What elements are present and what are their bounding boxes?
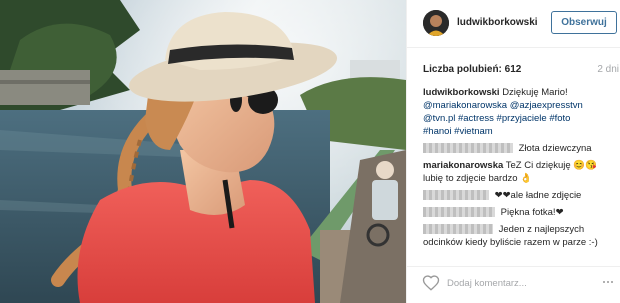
post-timestamp[interactable]: 2 dni bbox=[597, 64, 619, 75]
list-item: Jeden z najlepszych odcinków kiedy byliś… bbox=[423, 223, 619, 249]
redacted-username bbox=[423, 207, 495, 218]
comment-input[interactable] bbox=[447, 273, 597, 293]
caption-tags-line2[interactable]: @tvn.pl #actress #przyjaciele #foto bbox=[423, 113, 570, 124]
post-side-panel: ludwikborkowski Obserwuj Liczba polubień… bbox=[406, 0, 620, 303]
likes-count[interactable]: Liczba polubień: 612 bbox=[423, 64, 521, 75]
redacted-username bbox=[423, 143, 513, 154]
caption-username[interactable]: ludwikborkowski bbox=[423, 87, 500, 98]
heart-icon[interactable] bbox=[422, 274, 440, 292]
avatar[interactable] bbox=[423, 10, 449, 36]
list-item: Złota dziewczyna bbox=[423, 142, 619, 155]
list-item: ❤❤ale ładne zdjęcie bbox=[423, 189, 619, 202]
redacted-username bbox=[423, 224, 493, 235]
list-item: mariakonarowska TeZ Ci dziękuję 😊😘 lubię… bbox=[423, 159, 619, 185]
comments-list: ludwikborkowski Dziękuję Mario! @mariako… bbox=[423, 86, 619, 261]
comment-text: ❤❤ale ładne zdjęcie bbox=[494, 190, 582, 201]
more-options-icon[interactable] bbox=[603, 278, 615, 286]
post-header: ludwikborkowski Obserwuj bbox=[407, 0, 620, 48]
post-caption: ludwikborkowski Dziękuję Mario! @mariako… bbox=[423, 86, 619, 138]
caption-tags-line3[interactable]: #hanoi #vietnam bbox=[423, 126, 493, 137]
comment-footer bbox=[407, 266, 620, 303]
follow-button[interactable]: Obserwuj bbox=[551, 11, 617, 34]
post-photo[interactable] bbox=[0, 0, 406, 303]
comment-text: Złota dziewczyna bbox=[518, 143, 592, 154]
redacted-username bbox=[423, 190, 489, 201]
caption-tags-line1[interactable]: @mariakonarowska @azjaexpresstvn bbox=[423, 100, 583, 111]
comment-text: Piękna fotka!❤ bbox=[500, 207, 564, 218]
caption-text: Dziękuję Mario! bbox=[502, 87, 568, 98]
username-link[interactable]: ludwikborkowski bbox=[457, 17, 538, 28]
list-item: Piękna fotka!❤ bbox=[423, 206, 619, 219]
comment-username[interactable]: mariakonarowska bbox=[423, 160, 503, 171]
avatar-image bbox=[423, 10, 449, 36]
photo-image bbox=[0, 0, 406, 303]
likes-row: Liczba polubień: 612 2 dni bbox=[423, 64, 619, 78]
